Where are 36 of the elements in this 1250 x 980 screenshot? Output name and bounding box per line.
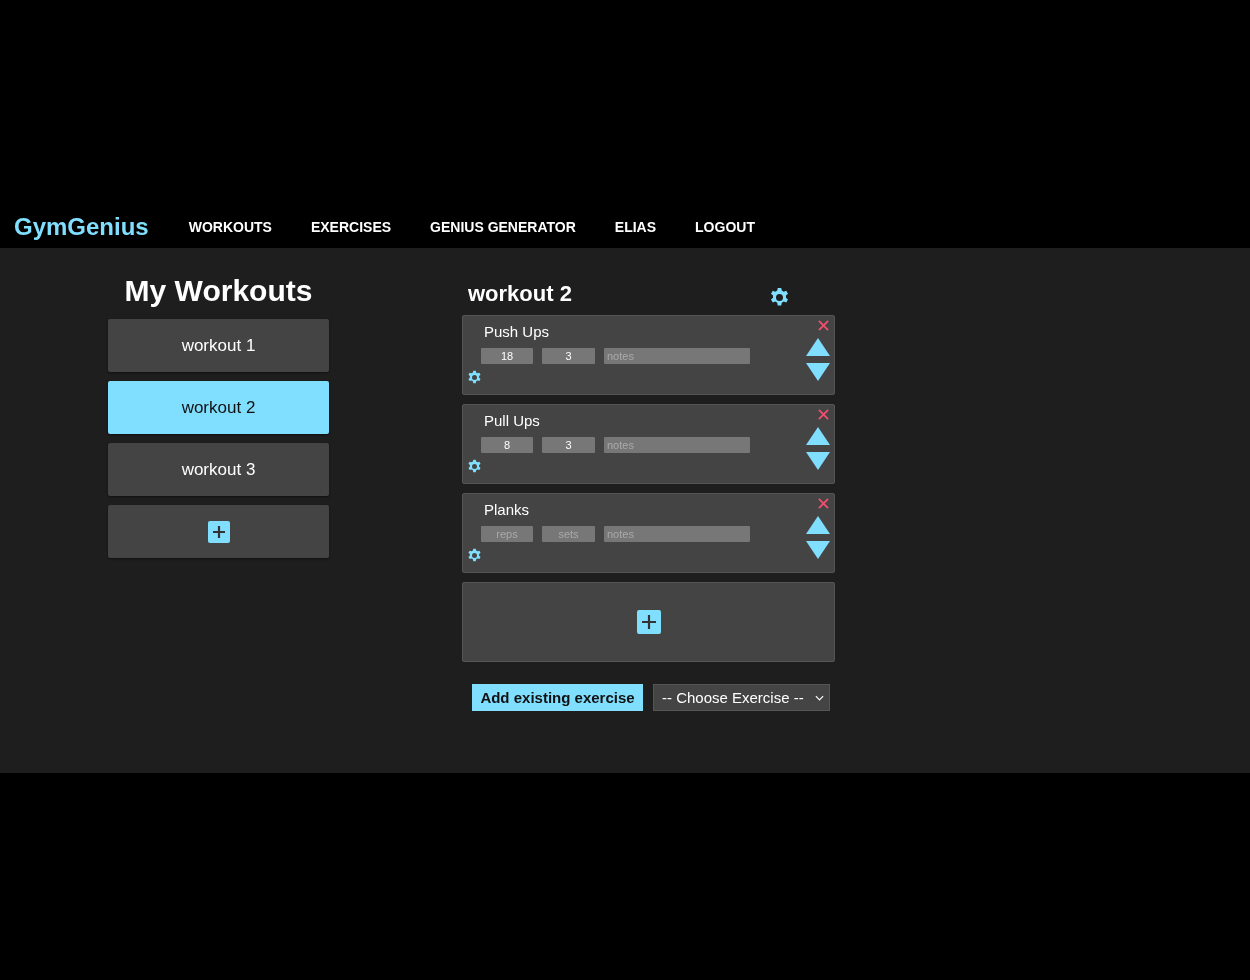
workout-item[interactable]: workout 1 — [108, 319, 329, 372]
add-icon[interactable] — [207, 520, 230, 543]
workout-title: workout 2 — [468, 281, 573, 307]
triangle-down-icon[interactable] — [806, 452, 830, 470]
exercise-select[interactable]: -- Choose Exercise -- — [653, 684, 830, 711]
settings-icon[interactable] — [769, 286, 790, 308]
nav-link[interactable]: GENIUS GENERATOR — [430, 218, 576, 235]
nav-link[interactable]: EXERCISES — [310, 218, 392, 235]
workout-item[interactable]: workout 3 — [108, 443, 329, 496]
exercise-name: Push Ups — [484, 323, 551, 340]
settings-icon[interactable] — [467, 370, 482, 385]
close-icon[interactable] — [818, 409, 829, 420]
exercise-name: Pull Ups — [484, 412, 541, 429]
triangle-up-icon[interactable] — [806, 516, 830, 534]
nav-link[interactable]: LOGOUT — [695, 218, 755, 235]
exercise-name: Planks — [484, 501, 531, 518]
close-icon[interactable] — [818, 320, 829, 331]
add-icon[interactable] — [636, 610, 661, 634]
settings-icon[interactable] — [467, 548, 482, 563]
triangle-down-icon[interactable] — [806, 363, 830, 381]
sets-field[interactable]: 3 — [542, 348, 595, 364]
logo[interactable]: GymGenius — [14, 212, 149, 241]
settings-icon[interactable] — [467, 459, 482, 474]
chevron-down-icon — [815, 694, 824, 701]
sidebar-title: My Workouts — [123, 274, 314, 308]
sets-field[interactable]: 3 — [542, 437, 595, 453]
triangle-up-icon[interactable] — [806, 338, 830, 356]
reps-field[interactable]: 8 — [481, 437, 533, 453]
nav-link[interactable]: WORKOUTS — [188, 218, 272, 235]
reps-field[interactable]: 18 — [481, 348, 533, 364]
triangle-down-icon[interactable] — [806, 541, 830, 559]
triangle-up-icon[interactable] — [806, 427, 830, 445]
add-existing-button[interactable]: Add existing exercise — [472, 684, 643, 711]
close-icon[interactable] — [818, 498, 829, 509]
workout-item[interactable]: workout 2 — [108, 381, 329, 434]
nav-link[interactable]: ELIAS — [614, 218, 657, 235]
